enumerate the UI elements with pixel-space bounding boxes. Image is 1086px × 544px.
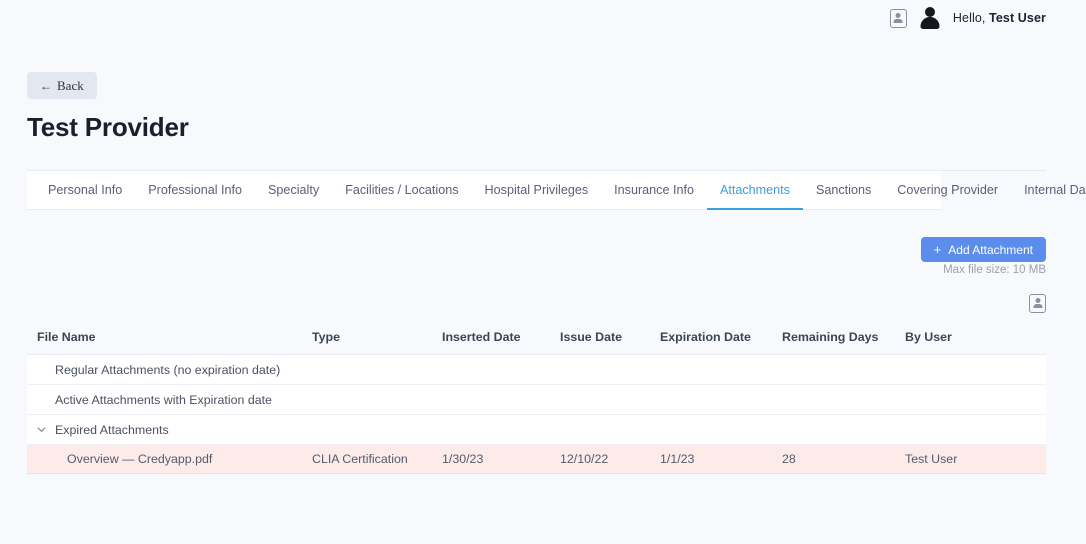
table-header-row: File Name Type Inserted Date Issue Date … [27,320,1046,355]
greeting-username: Test User [989,11,1046,25]
cell-issue-date: 12/10/22 [560,452,609,466]
id-badge-icon[interactable] [889,8,907,28]
plus-icon: + [933,242,942,257]
cell-expiration-date: 1/1/23 [660,452,695,466]
add-attachment-label: Add Attachment [948,242,1033,257]
tab-specialty[interactable]: Specialty [255,171,332,210]
table-row[interactable]: Overview — Credyapp.pdf CLIA Certificati… [27,445,1046,474]
add-attachment-button[interactable]: + Add Attachment [920,237,1046,262]
tab-facilities-locations[interactable]: Facilities / Locations [332,171,471,210]
attachments-table: File Name Type Inserted Date Issue Date … [27,320,1046,474]
group-row-expired-attachments[interactable]: Expired Attachments [27,415,1046,445]
column-header-by-user: By User [905,330,952,344]
tab-sanctions[interactable]: Sanctions [803,171,884,210]
user-avatar-icon[interactable] [917,5,943,31]
back-button-label: Back [57,77,84,93]
avatar-body [920,17,940,29]
id-badge-icon-glyph [1029,294,1046,313]
tabs-container: Personal Info Professional Info Specialt… [27,170,1086,210]
column-header-type: Type [312,330,340,344]
cell-remaining-days: 28 [782,452,796,466]
column-header-expiration-date: Expiration Date [660,330,751,344]
cell-file-name: Overview — Credyapp.pdf [67,452,213,466]
top-bar: Hello, Test User [0,0,1086,36]
cell-by-user: Test User [905,452,958,466]
group-label-regular-attachments: Regular Attachments (no expiration date) [55,362,281,377]
chevron-down-icon[interactable] [37,425,46,434]
tab-insurance-info[interactable]: Insurance Info [601,171,707,210]
greeting-text: Hello, Test User [953,11,1046,25]
group-row-active-attachments[interactable]: Active Attachments with Expiration date [27,385,1046,415]
tab-internal-date[interactable]: Internal Date [1011,171,1086,210]
tab-list: Personal Info Professional Info Specialt… [27,171,1086,210]
cell-inserted-date: 1/30/23 [442,452,484,466]
id-badge-icon-secondary[interactable] [1029,294,1046,313]
page-title: Test Provider [27,112,189,142]
column-header-inserted-date: Inserted Date [442,330,521,344]
avatar-head [924,7,935,17]
back-arrow-icon: ← [40,78,52,93]
group-row-regular-attachments[interactable]: Regular Attachments (no expiration date) [27,355,1046,385]
greeting-prefix: Hello, [952,11,990,25]
provider-attachments-page: Hello, Test User ← Back Test Provider Pe… [0,0,1086,544]
group-label-active-attachments: Active Attachments with Expiration date [55,392,272,407]
tab-covering-provider[interactable]: Covering Provider [884,171,1011,210]
group-label-expired-attachments: Expired Attachments [55,422,169,437]
tab-attachments[interactable]: Attachments [706,171,803,210]
tab-hospital-privileges[interactable]: Hospital Privileges [472,171,602,210]
back-button[interactable]: ← Back [27,72,97,99]
max-file-size-text: Max file size: 10 MB [943,264,1046,276]
tab-professional-info[interactable]: Professional Info [135,171,255,210]
column-header-file-name: File Name [37,330,96,344]
column-header-remaining-days: Remaining Days [782,330,879,344]
tab-personal-info[interactable]: Personal Info [35,171,135,210]
column-header-issue-date: Issue Date [560,330,622,344]
cell-type: CLIA Certification [312,452,408,466]
